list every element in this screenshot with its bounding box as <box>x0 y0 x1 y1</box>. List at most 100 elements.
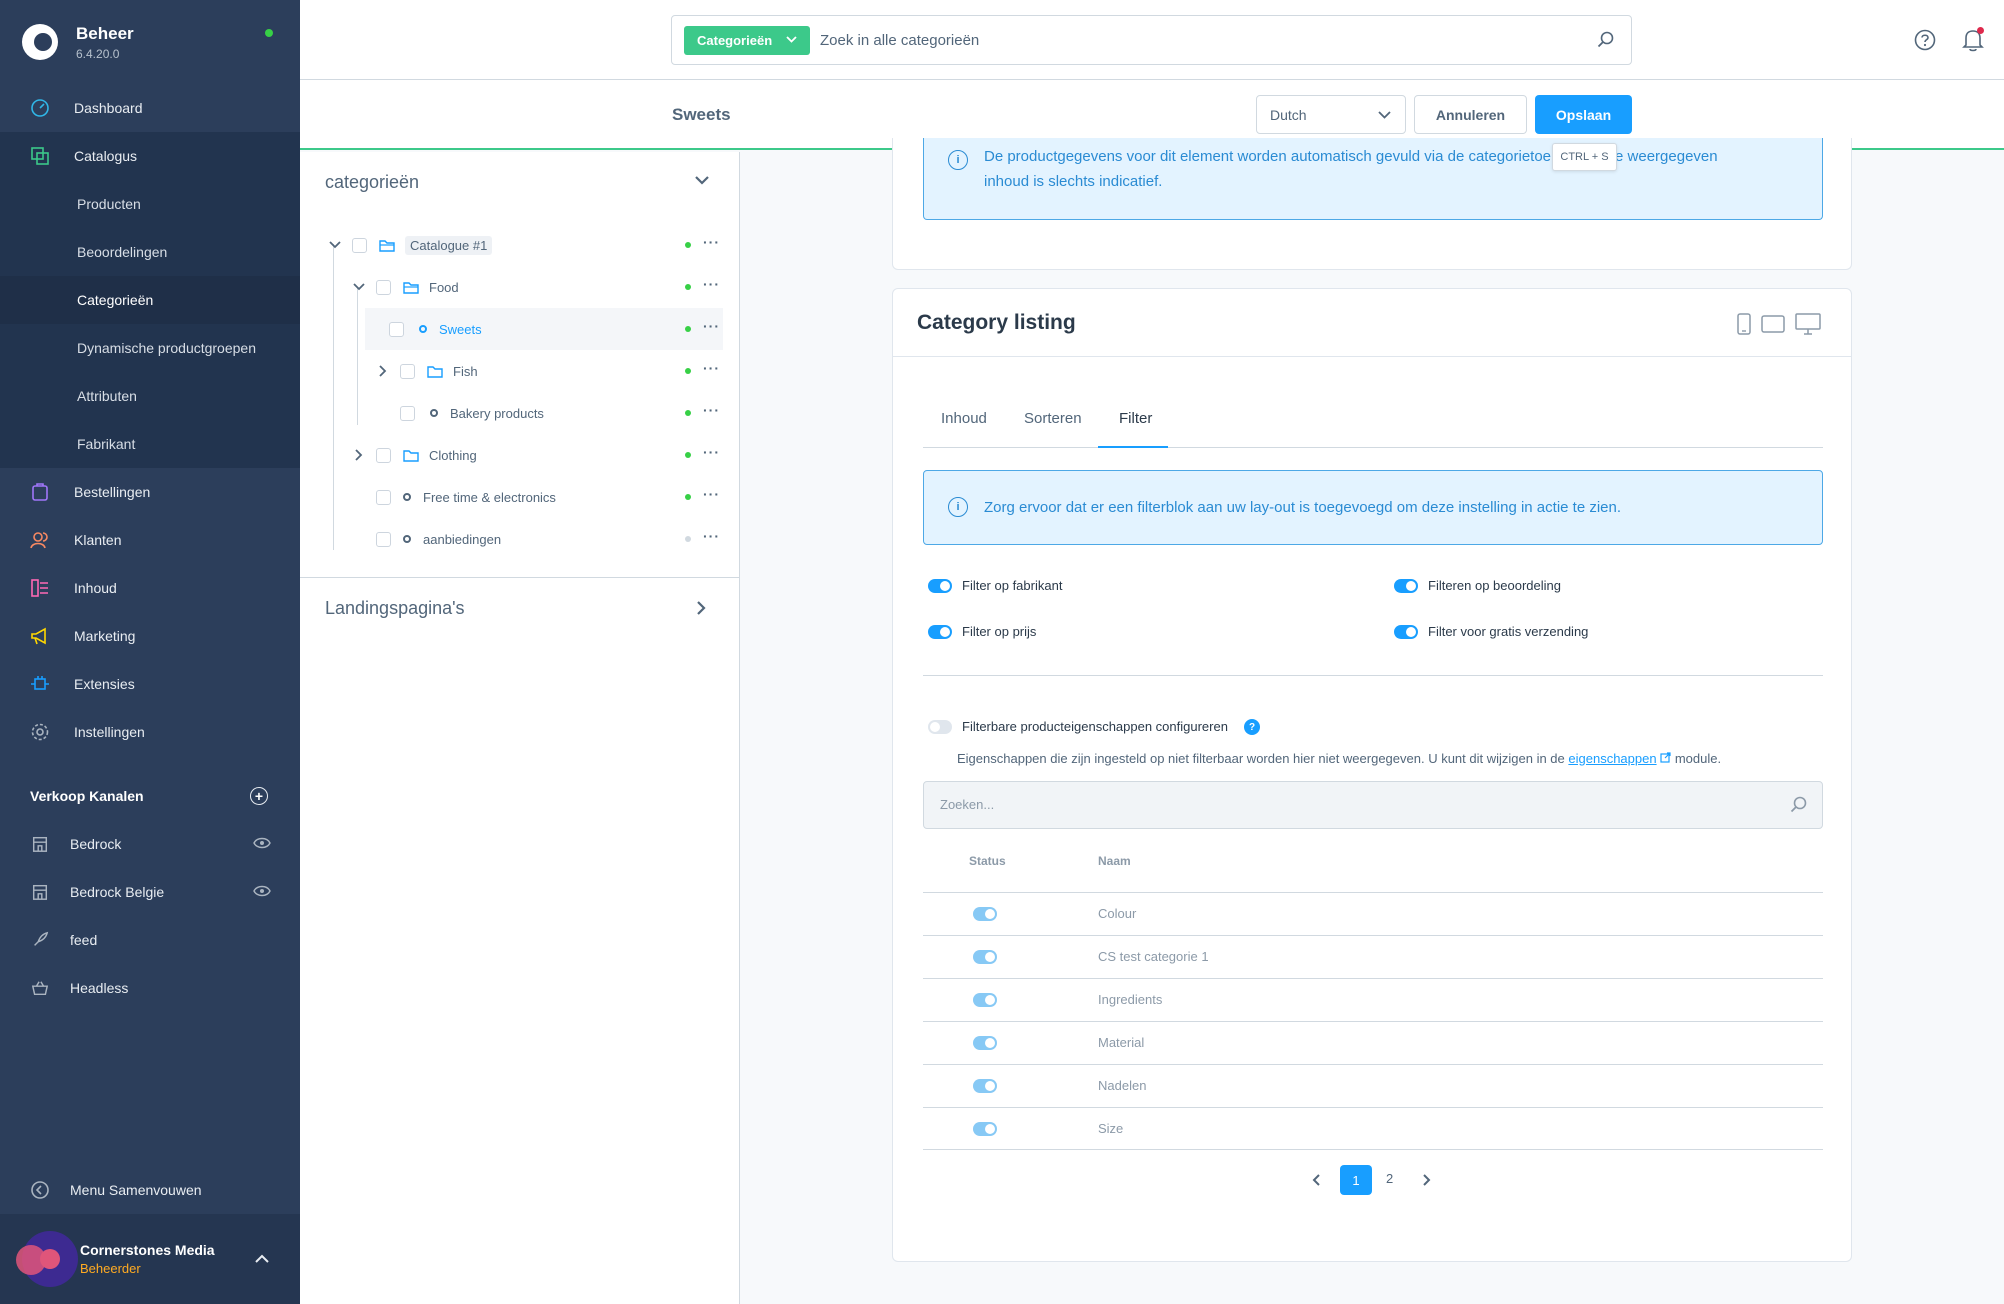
property-name: Colour <box>1098 906 1137 921</box>
tree-checkbox[interactable] <box>376 489 391 505</box>
property-status-toggle[interactable] <box>973 1036 997 1050</box>
nav-inhoud[interactable]: Inhoud <box>0 564 300 612</box>
mobile-device-icon[interactable] <box>1737 313 1751 335</box>
chevron-down-icon[interactable] <box>328 238 342 252</box>
device-switcher <box>1737 313 1821 335</box>
language-select[interactable]: Dutch <box>1256 95 1406 134</box>
pagination-page-1[interactable]: 1 <box>1340 1165 1372 1195</box>
menu-collapse-button[interactable]: Menu Samenvouwen <box>0 1166 300 1214</box>
tree-item-bakery-products[interactable]: Bakery products ··· <box>376 392 728 434</box>
category-leaf-icon <box>403 535 411 543</box>
notifications-button[interactable] <box>1962 27 1984 57</box>
tree-checkbox[interactable] <box>352 237 367 253</box>
chevron-right-icon[interactable] <box>695 600 707 616</box>
more-options-icon[interactable]: ··· <box>703 234 720 250</box>
chevron-up-icon[interactable] <box>255 1254 269 1263</box>
chevron-down-icon[interactable] <box>694 174 710 186</box>
channel-headless[interactable]: Headless <box>0 964 300 1012</box>
nav-sub-dynamische-productgroepen[interactable]: Dynamische productgroepen <box>0 324 300 372</box>
landing-pages-section[interactable]: Landingspagina's <box>300 577 740 637</box>
nav-bestellingen[interactable]: Bestellingen <box>0 468 300 516</box>
pagination-next-icon[interactable] <box>1421 1173 1431 1187</box>
nav-klanten[interactable]: Klanten <box>0 516 300 564</box>
hint-text: Eigenschappen die zijn ingesteld op niet… <box>957 751 1565 766</box>
filter-free-shipping-toggle[interactable] <box>1394 625 1418 639</box>
more-options-icon[interactable]: ··· <box>703 318 720 334</box>
tree-item-food[interactable]: Food ··· <box>352 266 728 308</box>
more-options-icon[interactable]: ··· <box>703 402 720 418</box>
search-input[interactable]: Zoek in alle categorieën <box>820 32 979 49</box>
tree-item-catalogue-1[interactable]: Catalogue #1 ··· <box>328 224 728 266</box>
more-options-icon[interactable]: ··· <box>703 528 720 544</box>
tree-item-fish[interactable]: Fish ··· <box>376 350 728 392</box>
search-icon[interactable] <box>1597 31 1615 49</box>
filter-price-toggle[interactable] <box>928 625 952 639</box>
more-options-icon[interactable]: ··· <box>703 486 720 502</box>
nav-catalogus[interactable]: Catalogus <box>0 132 300 180</box>
property-status-toggle[interactable] <box>973 993 997 1007</box>
more-options-icon[interactable]: ··· <box>703 276 720 292</box>
help-icon[interactable]: ? <box>1244 719 1260 735</box>
chevron-down-icon[interactable] <box>352 280 366 294</box>
pagination-page-2[interactable]: 2 <box>1386 1171 1393 1186</box>
tree-item-free-time-electronics[interactable]: Free time & electronics ··· <box>352 476 728 518</box>
nav-dashboard[interactable]: Dashboard <box>0 84 300 132</box>
nav-extensies[interactable]: Extensies <box>0 660 300 708</box>
collapse-icon <box>31 1181 49 1199</box>
tree-checkbox[interactable] <box>376 447 391 463</box>
global-search[interactable]: Categorieën Zoek in alle categorieën <box>671 15 1632 65</box>
more-options-icon[interactable]: ··· <box>703 444 720 460</box>
eye-icon[interactable] <box>253 885 271 897</box>
tree-checkbox[interactable] <box>400 363 415 379</box>
filter-manufacturer-toggle[interactable] <box>928 579 952 593</box>
help-icon[interactable] <box>1914 29 1936 51</box>
desktop-device-icon[interactable] <box>1795 313 1821 335</box>
more-options-icon[interactable]: ··· <box>703 360 720 376</box>
chevron-right-icon[interactable] <box>376 364 390 378</box>
tree-item-sweets[interactable]: Sweets ··· <box>365 308 723 350</box>
tree-item-clothing[interactable]: Clothing ··· <box>352 434 728 476</box>
filter-rating-toggle[interactable] <box>1394 579 1418 593</box>
properties-link[interactable]: eigenschappen <box>1568 751 1656 766</box>
nav-label: Inhoud <box>74 580 117 596</box>
nav-marketing[interactable]: Marketing <box>0 612 300 660</box>
folder-open-icon <box>403 281 419 294</box>
nav-sub-attributen[interactable]: Attributen <box>0 372 300 420</box>
cancel-button[interactable]: Annuleren <box>1414 95 1527 134</box>
column-header-name[interactable]: Naam <box>1098 854 1131 868</box>
tab-filter[interactable]: Filter <box>1119 410 1152 427</box>
nav-instellingen[interactable]: Instellingen <box>0 708 300 756</box>
user-profile[interactable]: Cornerstones Media Beheerder <box>0 1214 300 1304</box>
chevron-right-icon[interactable] <box>352 448 366 462</box>
property-status-toggle[interactable] <box>973 907 997 921</box>
tree-item-aanbiedingen[interactable]: aanbiedingen ··· <box>352 518 728 560</box>
save-button[interactable]: Opslaan <box>1535 95 1632 134</box>
tree-checkbox[interactable] <box>376 279 391 295</box>
collapse-label: Menu Samenvouwen <box>70 1182 202 1198</box>
property-status-toggle[interactable] <box>973 1122 997 1136</box>
nav-sub-producten[interactable]: Producten <box>0 180 300 228</box>
eye-icon[interactable] <box>253 837 271 849</box>
tablet-device-icon[interactable] <box>1761 315 1785 333</box>
add-sales-channel-icon[interactable]: + <box>250 787 268 805</box>
column-header-status[interactable]: Status <box>969 854 1006 868</box>
nav-sub-beoordelingen[interactable]: Beoordelingen <box>0 228 300 276</box>
pagination-prev-icon[interactable] <box>1312 1173 1322 1187</box>
nav-sub-categorieen[interactable]: Categorieën <box>0 276 300 324</box>
tab-sorteren[interactable]: Sorteren <box>1024 410 1082 427</box>
property-status-toggle[interactable] <box>973 1079 997 1093</box>
tree-checkbox[interactable] <box>389 321 404 337</box>
tree-checkbox[interactable] <box>376 531 391 547</box>
search-icon[interactable] <box>1790 796 1808 814</box>
search-type-dropdown[interactable]: Categorieën <box>684 26 811 55</box>
tree-checkbox[interactable] <box>400 405 415 421</box>
properties-search-field[interactable]: Zoeken... <box>923 781 1823 829</box>
property-status-toggle[interactable] <box>973 950 997 964</box>
channel-bedrock[interactable]: Bedrock <box>0 820 300 868</box>
tab-inhoud[interactable]: Inhoud <box>941 410 987 427</box>
nav-sub-fabrikant[interactable]: Fabrikant <box>0 420 300 468</box>
properties-search-input[interactable]: Zoeken... <box>940 797 994 812</box>
configure-properties-toggle[interactable] <box>928 720 952 734</box>
channel-feed[interactable]: feed <box>0 916 300 964</box>
channel-bedrock-belgie[interactable]: Bedrock Belgie <box>0 868 300 916</box>
